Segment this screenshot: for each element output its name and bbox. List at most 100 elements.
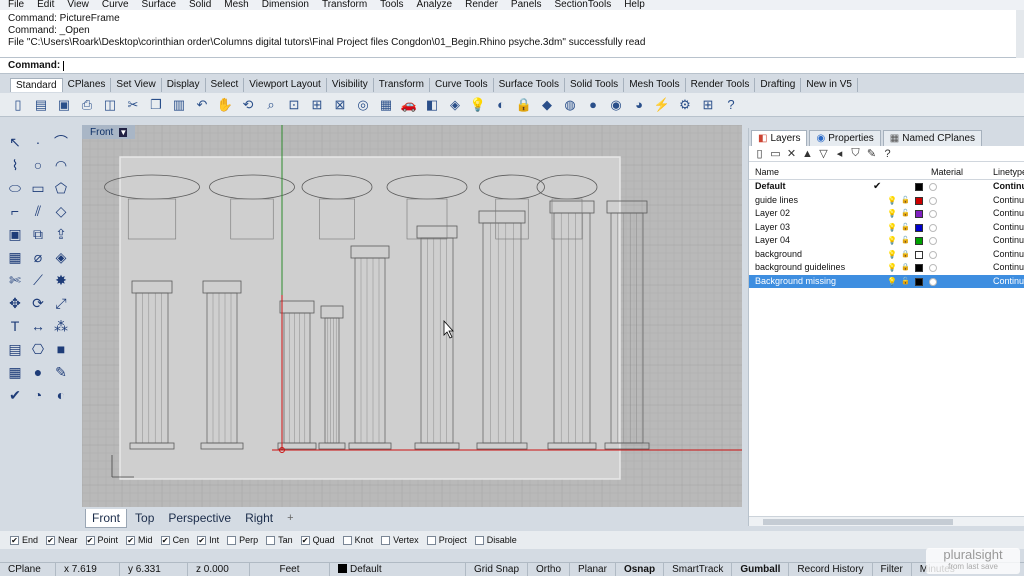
viewport-tab-front[interactable]: Front (85, 508, 128, 528)
environment-icon[interactable]: ◕ (629, 95, 649, 115)
explode-icon[interactable]: ✸ (50, 269, 72, 291)
polyline-icon[interactable]: ⌒ (50, 131, 72, 153)
layer-row[interactable]: guide lines 💡 🔓 Continuo (749, 194, 1024, 208)
tab-curve-tools[interactable]: Curve Tools (430, 78, 494, 92)
visibility-bulb-icon[interactable]: 💡 (887, 261, 897, 275)
layer-color-swatch[interactable] (915, 183, 923, 191)
tab-render-tools[interactable]: Render Tools (686, 78, 756, 92)
osnap-project[interactable]: Project (426, 535, 467, 545)
arc-icon[interactable]: ◠ (50, 154, 72, 176)
column-material[interactable]: Material (931, 167, 963, 177)
column-name[interactable]: Name (755, 167, 779, 177)
open-icon[interactable]: ▤ (31, 95, 51, 115)
save-icon[interactable]: ▣ (54, 95, 74, 115)
zoom-icon[interactable]: ⌕ (261, 95, 281, 115)
flash-icon[interactable]: ⚡ (652, 95, 672, 115)
analyze-icon[interactable]: ◔ (27, 384, 49, 406)
osnap-checkbox[interactable]: ✔ (197, 535, 207, 545)
layer-row[interactable]: background guidelines 💡 🔒 Continuo (749, 261, 1024, 275)
command-line[interactable]: Command: (0, 58, 1024, 74)
status-record-history[interactable]: Record History (789, 562, 873, 576)
four-viewports-icon[interactable]: ▦ (376, 95, 396, 115)
layer-linetype[interactable]: Continu (993, 180, 1024, 194)
layer-name[interactable]: Background missing (755, 275, 836, 289)
material-icon[interactable]: ◆ (537, 95, 557, 115)
tab-viewport-layout[interactable]: Viewport Layout (244, 78, 327, 92)
material-icon[interactable] (929, 277, 937, 286)
tab-standard[interactable]: Standard (10, 78, 63, 92)
rotate-icon[interactable]: ⟲ (238, 95, 258, 115)
unlock-icon[interactable]: 🔓 (901, 275, 910, 289)
grid-snap-icon[interactable]: ▦ (4, 361, 26, 383)
visibility-bulb-icon[interactable]: 💡 (887, 221, 897, 235)
tab-mesh-tools[interactable]: Mesh Tools (624, 78, 686, 92)
status-osnap[interactable]: Osnap (616, 562, 665, 576)
tab-visibility[interactable]: Visibility (327, 78, 374, 92)
array-icon[interactable]: ⁂ (50, 315, 72, 337)
layer-name[interactable]: Layer 03 (755, 221, 790, 235)
osnap-cen[interactable]: ✔ Cen (160, 535, 189, 545)
menu-sectiontools[interactable]: SectionTools (555, 0, 612, 10)
layer-linetype[interactable]: Continuo (993, 221, 1024, 235)
tab-new-in-v5[interactable]: New in V5 (801, 78, 858, 92)
pan-icon[interactable]: ✋ (215, 95, 235, 115)
zoom-target-icon[interactable]: ◎ (353, 95, 373, 115)
tab-set-view[interactable]: Set View (111, 78, 162, 92)
osnap-knot[interactable]: Knot (342, 535, 373, 545)
import-icon[interactable]: ◫ (100, 95, 120, 115)
status-planar[interactable]: Planar (570, 562, 616, 576)
layer-linetype[interactable]: Continuo (993, 207, 1024, 221)
current-layer-check-icon[interactable]: ✔ (873, 180, 881, 194)
status-layer[interactable]: Default (330, 562, 466, 576)
filter-icon[interactable]: ⛉ (849, 147, 862, 160)
osnap-checkbox[interactable] (266, 535, 276, 545)
delete-layer-icon[interactable]: ✕ (785, 147, 798, 160)
material-icon[interactable] (929, 264, 937, 272)
undo-icon[interactable]: ↶ (192, 95, 212, 115)
tab-display[interactable]: Display (162, 78, 206, 92)
pipe-icon[interactable]: ⌀ (27, 246, 49, 268)
curve-icon[interactable]: ⌇ (4, 154, 26, 176)
select-icon[interactable]: ↖ (4, 131, 26, 153)
layer-row[interactable]: background 💡 🔒 Continuo (749, 248, 1024, 262)
zoom-extents-icon[interactable]: ⊞ (307, 95, 327, 115)
menu-view[interactable]: View (67, 0, 89, 10)
material-icon[interactable] (929, 237, 937, 245)
new-layer-icon[interactable]: ▯ (753, 147, 766, 160)
ellipse-icon[interactable]: ⬭ (4, 177, 26, 199)
layer-color-swatch[interactable] (915, 277, 923, 286)
extrude-icon[interactable]: ⇪ (50, 223, 72, 245)
unlock-icon[interactable]: 🔓 (901, 234, 910, 248)
layer-linetype[interactable]: Continuo (993, 194, 1024, 208)
osnap-near[interactable]: ✔ Near (46, 535, 78, 545)
help-icon[interactable]: ? (721, 95, 741, 115)
color-icon[interactable]: ◍ (560, 95, 580, 115)
menu-dimension[interactable]: Dimension (262, 0, 309, 10)
layer-color-swatch[interactable] (915, 250, 923, 259)
osnap-checkbox[interactable] (426, 535, 436, 545)
osnap-checkbox[interactable] (342, 535, 352, 545)
layer-name[interactable]: Default (755, 180, 786, 194)
osnap-end[interactable]: ✔ End (10, 535, 38, 545)
zoom-window-icon[interactable]: ⊡ (284, 95, 304, 115)
boolean-icon[interactable]: ⧉ (27, 223, 49, 245)
lock-icon[interactable]: 🔒 (901, 261, 910, 275)
new-sublayer-icon[interactable]: ▭ (769, 147, 782, 160)
tab-cplanes[interactable]: CPlanes (63, 78, 112, 92)
menu-curve[interactable]: Curve (102, 0, 129, 10)
circle-icon[interactable]: ○ (27, 154, 49, 176)
menu-solid[interactable]: Solid (189, 0, 211, 10)
viewport-menu-icon[interactable]: ▼ (119, 127, 128, 137)
render-icon[interactable]: ◐ (491, 95, 511, 115)
status-grid-snap[interactable]: Grid Snap (466, 562, 529, 576)
new-icon[interactable]: ▯ (8, 95, 28, 115)
paste-icon[interactable]: ▥ (169, 95, 189, 115)
osnap-quad[interactable]: ✔ Quad (300, 535, 335, 545)
dimension-icon[interactable]: ↔ (27, 315, 49, 337)
fillet-icon[interactable]: ⌐ (4, 200, 26, 222)
layer-linetype[interactable]: Continuo (993, 248, 1024, 262)
layer-color-swatch[interactable] (915, 264, 923, 272)
zoom-selected-icon[interactable]: ⊠ (330, 95, 350, 115)
layer-row[interactable]: Layer 02 💡 🔓 Continuo (749, 207, 1024, 221)
status-smarttrack[interactable]: SmartTrack (664, 562, 733, 576)
